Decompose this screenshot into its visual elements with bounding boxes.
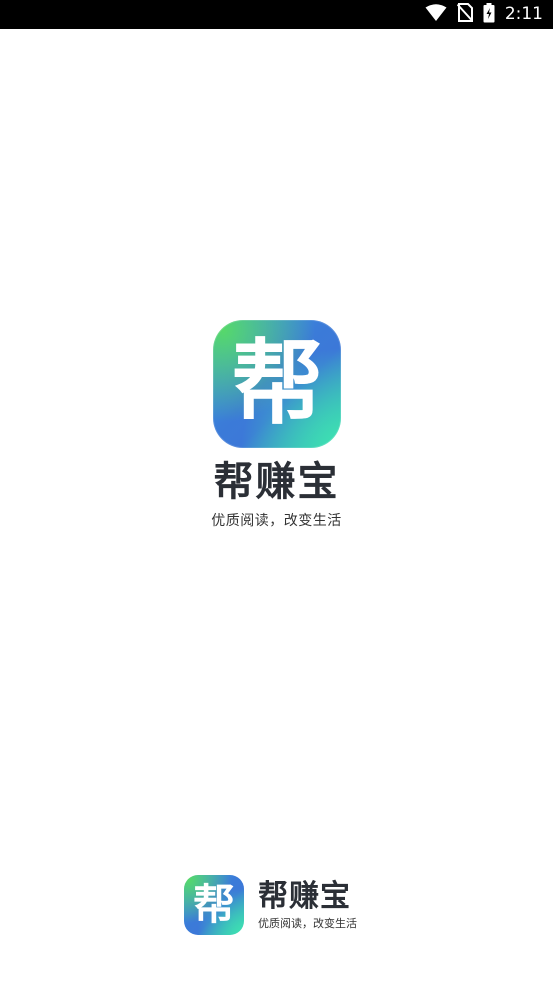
wifi-icon [425, 3, 447, 26]
battery-charging-icon [483, 2, 495, 27]
splash-branding: 帮 帮赚宝 优质阅读，改变生活 [0, 320, 553, 530]
status-icons: 2:11 [425, 0, 543, 29]
bottom-app-name: 帮赚宝 [258, 879, 351, 914]
status-time: 2:11 [504, 4, 543, 24]
app-logo-small-glyph: 帮 [192, 880, 235, 929]
splash-screen: 2:11 帮 帮赚宝 优质阅读，改变生活 帮 帮赚宝 优质阅读，改变生活 [0, 0, 553, 983]
app-logo-icon: 帮 [212, 320, 341, 448]
bottom-brand: 帮 帮赚宝 优质阅读，改变生活 [184, 874, 357, 936]
app-name: 帮赚宝 [213, 459, 340, 505]
app-logo-small-icon: 帮 [184, 875, 244, 935]
bottom-brand-text: 帮赚宝 优质阅读，改变生活 [258, 879, 357, 931]
app-slogan: 优质阅读，改变生活 [211, 513, 342, 529]
bottom-app-slogan: 优质阅读，改变生活 [258, 917, 357, 930]
app-logo-glyph: 帮 [231, 330, 323, 437]
status-bar: 2:11 [0, 0, 553, 29]
no-sim-icon [456, 3, 474, 26]
